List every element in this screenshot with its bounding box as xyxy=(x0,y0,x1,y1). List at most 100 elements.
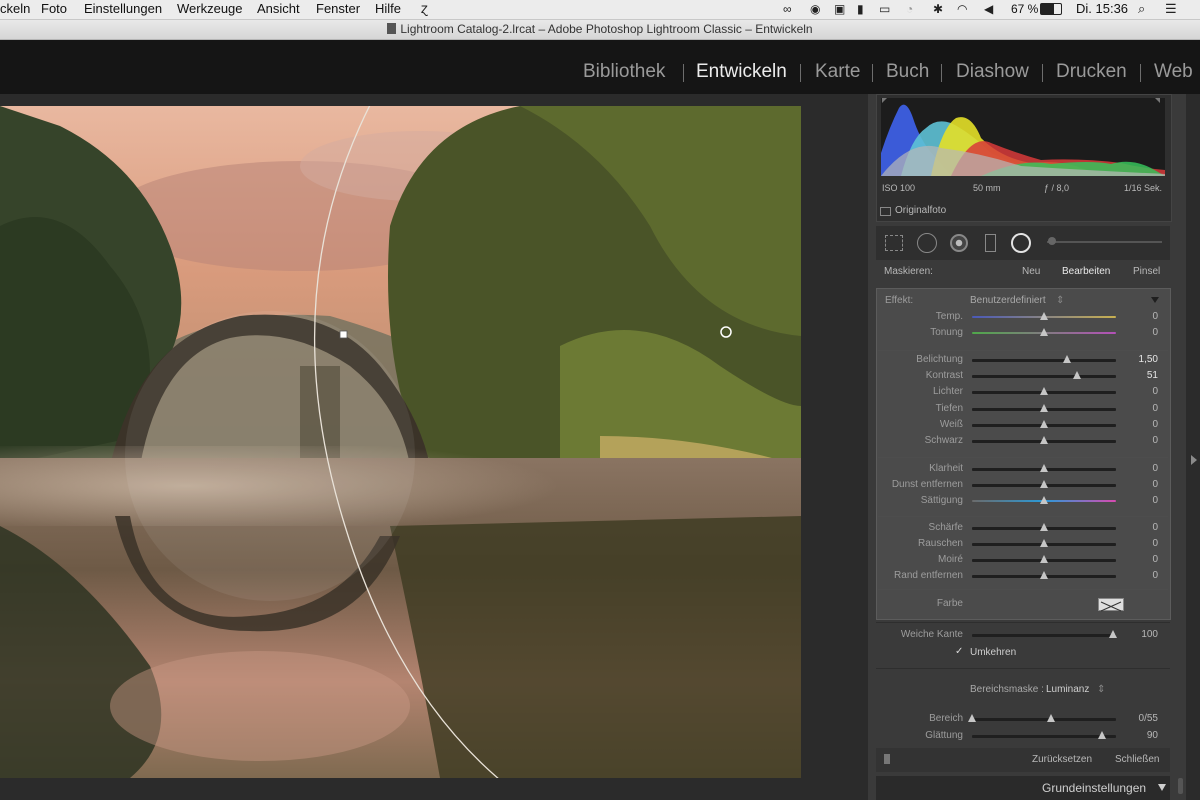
reset-button[interactable]: Zurücksetzen xyxy=(1032,754,1092,765)
slider-value-weiß[interactable]: 0 xyxy=(1118,419,1158,430)
module-diashow[interactable]: Diashow xyxy=(956,61,1029,83)
effect-preset-dropdown[interactable]: Benutzerdefiniert xyxy=(970,295,1046,306)
slider-value-moir[interactable]: 0 xyxy=(1118,554,1158,565)
module-entwickeln[interactable]: Entwickeln xyxy=(696,61,787,83)
menu-einstellungen[interactable]: Einstellungen xyxy=(84,1,162,16)
basic-panel-title[interactable]: Grundeinstellungen xyxy=(1042,781,1146,795)
slider-value-tiefen[interactable]: 0 xyxy=(1118,403,1158,414)
slider-value-rauschen[interactable]: 0 xyxy=(1118,538,1158,549)
clock[interactable]: Di. 15:36 xyxy=(1076,1,1128,16)
slider-value-dunst-entfernen[interactable]: 0 xyxy=(1118,479,1158,490)
slider-thumb-klarheit[interactable] xyxy=(1040,464,1048,472)
mask-brush-button[interactable]: Pinsel xyxy=(1133,266,1160,277)
crop-tool-icon[interactable] xyxy=(885,235,903,251)
module-karte[interactable]: Karte xyxy=(815,61,860,83)
panel-scrollbar[interactable] xyxy=(1178,778,1183,794)
menu-werkzeuge[interactable]: Werkzeuge xyxy=(177,1,243,16)
slider-thumb-rand-entfernen[interactable] xyxy=(1040,571,1048,579)
range-mask-label: Bereichsmaske : xyxy=(970,684,1044,695)
range-slider-low-thumb[interactable] xyxy=(968,714,976,722)
module-drucken[interactable]: Drucken xyxy=(1056,61,1127,83)
bluetooth-icon[interactable]: ✱ xyxy=(933,2,943,16)
slider-value-schärfe[interactable]: 0 xyxy=(1118,522,1158,533)
range-slider[interactable] xyxy=(972,718,1116,721)
radial-filter-handle[interactable] xyxy=(339,330,348,339)
feather-slider-thumb[interactable] xyxy=(1109,630,1118,638)
spot-removal-icon[interactable] xyxy=(917,233,937,253)
range-mask-dropdown[interactable]: Luminanz xyxy=(1046,684,1089,695)
notification-center-icon[interactable]: ☰ xyxy=(1165,1,1177,17)
menu-fenster[interactable]: Fenster xyxy=(316,1,360,16)
slider-value-kontrast[interactable]: 51 xyxy=(1118,370,1158,381)
module-buch[interactable]: Buch xyxy=(886,61,929,83)
histogram-graph[interactable] xyxy=(881,98,1165,176)
radial-filter-icon[interactable] xyxy=(1011,233,1031,253)
slider-value-rand-entfernen[interactable]: 0 xyxy=(1118,570,1158,581)
range-mask-chevron-icon[interactable]: ⇕ xyxy=(1097,684,1105,695)
slider-thumb-dunst-entfernen[interactable] xyxy=(1040,480,1048,488)
color-swatch[interactable] xyxy=(1098,598,1124,612)
spotlight-search-icon[interactable]: ⌕ xyxy=(1138,1,1145,17)
slider-thumb-weiß[interactable] xyxy=(1040,420,1048,428)
graduated-filter-icon[interactable] xyxy=(985,234,996,252)
slider-thumb-temp[interactable] xyxy=(1040,312,1048,320)
effect-collapse-icon[interactable] xyxy=(1151,297,1159,303)
module-bibliothek[interactable]: Bibliothek xyxy=(583,61,665,83)
slider-value-sättigung[interactable]: 0 xyxy=(1118,495,1158,506)
menu-hilfe[interactable]: Hilfe xyxy=(375,1,401,16)
record-icon[interactable]: ◉ xyxy=(810,2,820,16)
preset-dropdown-chevron-icon[interactable]: ⇕ xyxy=(1056,295,1064,306)
slider-value-belichtung[interactable]: 1,50 xyxy=(1118,354,1158,365)
original-photo-checkbox[interactable] xyxy=(880,207,891,216)
time-machine-icon[interactable]: ◔ xyxy=(906,2,913,16)
slider-thumb-belichtung[interactable] xyxy=(1063,355,1072,363)
slider-value-temp[interactable]: 0 xyxy=(1118,311,1158,322)
panel-toggle-right-icon[interactable] xyxy=(1191,455,1197,465)
close-button[interactable]: Schließen xyxy=(1115,754,1159,765)
slider-thumb-lichter[interactable] xyxy=(1040,387,1048,395)
slider-thumb-tonung[interactable] xyxy=(1040,328,1048,336)
invert-checkmark-icon[interactable]: ✓ xyxy=(955,646,963,657)
highlight-clipping-icon[interactable] xyxy=(1155,98,1160,103)
slider-thumb-sättigung[interactable] xyxy=(1040,496,1048,504)
brush-size-slider[interactable] xyxy=(1047,241,1162,243)
brush-icon[interactable] xyxy=(1048,237,1056,245)
range-label: Bereich xyxy=(929,713,963,724)
slider-thumb-rauschen[interactable] xyxy=(1040,539,1048,547)
menu-bearbeiten[interactable]: ckeln xyxy=(0,1,30,16)
range-slider-high-thumb[interactable] xyxy=(1047,714,1055,722)
red-eye-icon[interactable] xyxy=(950,234,968,252)
slider-thumb-schwarz[interactable] xyxy=(1040,436,1048,444)
shadow-clipping-icon[interactable] xyxy=(882,98,887,103)
mask-edit-button[interactable]: Bearbeiten xyxy=(1062,266,1110,277)
divider xyxy=(878,350,1168,351)
volume-icon[interactable]: ◀ xyxy=(984,2,993,16)
dropbox-icon[interactable]: ɀ xyxy=(421,0,428,16)
basic-panel-collapse-icon[interactable] xyxy=(1158,784,1166,791)
module-web[interactable]: Web xyxy=(1154,61,1193,83)
slider-thumb-schärfe[interactable] xyxy=(1040,523,1048,531)
photo-canvas[interactable] xyxy=(0,106,801,778)
slider-value-klarheit[interactable]: 0 xyxy=(1118,463,1158,474)
airplay-icon[interactable]: ▭ xyxy=(879,2,890,16)
bookmark-icon[interactable]: ▮ xyxy=(857,2,864,16)
slider-belichtung[interactable] xyxy=(972,359,1116,362)
menu-ansicht[interactable]: Ansicht xyxy=(257,1,300,16)
slider-thumb-kontrast[interactable] xyxy=(1073,371,1082,379)
smoothness-slider[interactable] xyxy=(972,735,1116,738)
tag-icon[interactable]: ▣ xyxy=(834,2,845,16)
battery-icon[interactable] xyxy=(1040,3,1062,15)
slider-thumb-moir[interactable] xyxy=(1040,555,1048,563)
slider-value-schwarz[interactable]: 0 xyxy=(1118,435,1158,446)
creative-cloud-icon[interactable]: ∞ xyxy=(783,2,792,16)
wifi-icon[interactable]: ◠ xyxy=(957,2,967,16)
mask-toggle-switch[interactable] xyxy=(884,754,890,764)
slider-thumb-tiefen[interactable] xyxy=(1040,404,1048,412)
slider-kontrast[interactable] xyxy=(972,375,1116,378)
mask-new-button[interactable]: Neu xyxy=(1022,266,1040,277)
menu-foto[interactable]: Foto xyxy=(41,1,67,16)
smoothness-slider-thumb[interactable] xyxy=(1097,731,1106,739)
slider-value-tonung[interactable]: 0 xyxy=(1118,327,1158,338)
feather-slider[interactable] xyxy=(972,634,1116,637)
slider-value-lichter[interactable]: 0 xyxy=(1118,386,1158,397)
